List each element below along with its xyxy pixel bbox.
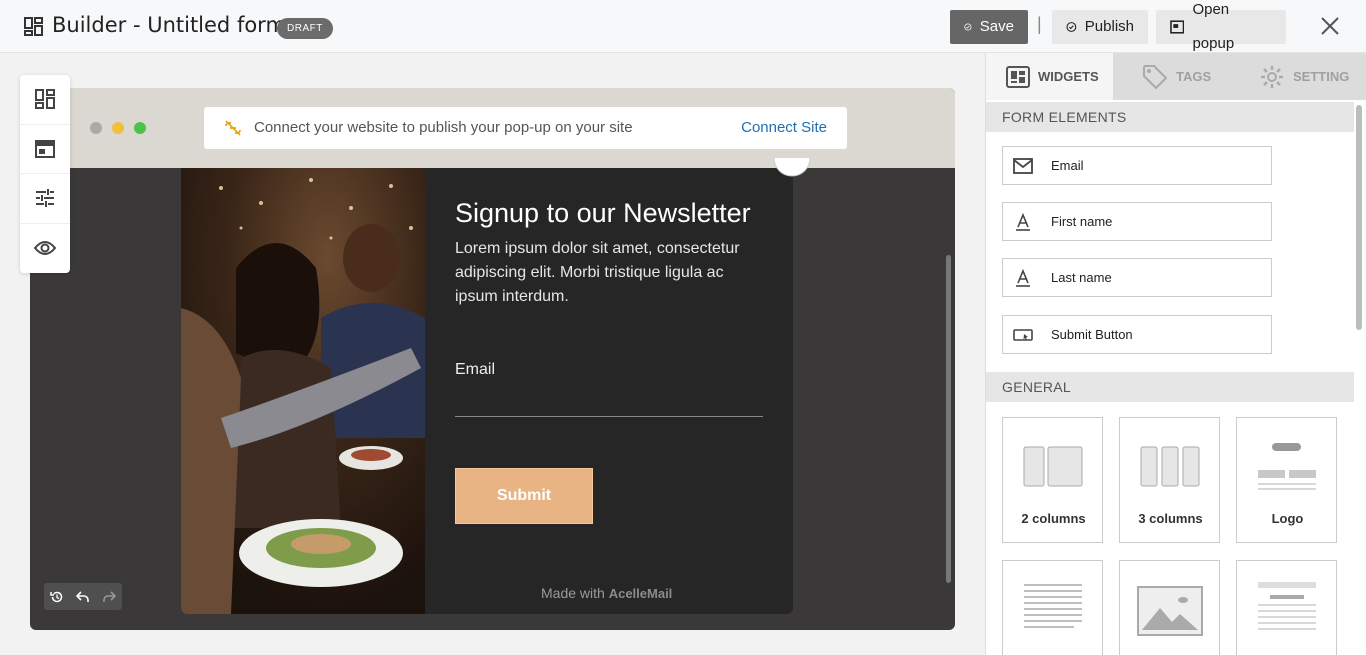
logo-label: Logo	[1271, 511, 1304, 526]
status-badge: DRAFT	[277, 18, 333, 39]
popup-content: Signup to our Newsletter Lorem ipsum dol…	[455, 168, 775, 614]
newsletter-popup[interactable]: Signup to our Newsletter Lorem ipsum dol…	[181, 168, 793, 614]
email-input[interactable]	[455, 416, 763, 417]
publish-label: Publish	[1084, 18, 1134, 35]
publish-button[interactable]: Publish	[1052, 10, 1148, 44]
button-icon	[1013, 329, 1033, 341]
logo-icon	[1258, 443, 1316, 490]
widget-email-label: Email	[1051, 158, 1084, 173]
canvas-scrollbar[interactable]	[946, 255, 951, 583]
check-circle-icon	[1066, 22, 1077, 32]
page-title: Builder - Untitled form	[52, 13, 286, 37]
tab-widgets[interactable]: WIDGETS	[986, 53, 1113, 100]
layout-tool[interactable]	[20, 125, 70, 174]
undo-button[interactable]	[70, 583, 96, 610]
widget-text-block[interactable]	[1002, 560, 1103, 655]
widget-first-name[interactable]: First name	[1002, 202, 1272, 241]
browser-preview: Connect your website to publish your pop…	[30, 88, 955, 630]
widget-first-name-label: First name	[1051, 214, 1113, 229]
preview-tool[interactable]	[20, 224, 70, 274]
panel-scrollbar[interactable]	[1356, 105, 1362, 330]
heading-text-icon	[1258, 582, 1316, 630]
dashboard-icon	[35, 89, 55, 110]
image-icon	[1137, 586, 1203, 636]
connect-site-bar: Connect your website to publish your pop…	[204, 107, 847, 149]
window-dot-gray	[90, 122, 102, 134]
gear-icon	[1261, 65, 1283, 88]
tag-icon	[1143, 64, 1168, 89]
popup-close-icon[interactable]	[772, 158, 812, 178]
unlink-icon	[225, 120, 241, 136]
two-columns-icon	[1023, 446, 1083, 487]
widget-submit-label: Submit Button	[1051, 327, 1133, 342]
widget-three-columns[interactable]: 3 columns	[1119, 417, 1220, 543]
three-columns-icon	[1140, 446, 1200, 487]
widget-submit-button[interactable]: Submit Button	[1002, 315, 1272, 354]
popup-title[interactable]: Signup to our Newsletter	[455, 198, 751, 229]
close-icon[interactable]	[1318, 14, 1342, 38]
text-block-icon	[1024, 584, 1082, 628]
connect-site-link[interactable]: Connect Site	[741, 107, 827, 149]
widgets-panel: WIDGETS TAGS SETTING FORM ELEMENTS Email…	[985, 53, 1366, 655]
widgets-tool[interactable]	[20, 75, 70, 125]
history-button[interactable]	[44, 583, 70, 610]
connect-message: Connect your website to publish your pop…	[254, 119, 633, 136]
eye-icon	[34, 241, 56, 256]
widget-two-columns[interactable]: 2 columns	[1002, 417, 1103, 543]
panel-tabs: WIDGETS TAGS SETTING	[986, 53, 1366, 100]
tab-widgets-label: WIDGETS	[1038, 69, 1099, 84]
tab-setting-label: SETTING	[1293, 69, 1350, 84]
widget-last-name-label: Last name	[1051, 270, 1112, 285]
made-with-credit: Made with AcelleMail	[541, 585, 672, 601]
sliders-icon	[36, 189, 54, 208]
check-circle-icon	[964, 23, 972, 31]
tab-tags[interactable]: TAGS	[1142, 53, 1211, 100]
redo-icon	[103, 590, 116, 602]
email-field-label: Email	[455, 361, 496, 378]
widget-heading-text[interactable]	[1236, 560, 1337, 655]
dinner-photo	[181, 168, 425, 614]
text-icon	[1016, 212, 1030, 231]
save-label: Save	[979, 18, 1014, 35]
tab-tags-label: TAGS	[1176, 69, 1212, 84]
popup-description[interactable]: Lorem ipsum dolor sit amet, consectetur …	[455, 237, 765, 309]
window-dot-green	[134, 122, 146, 134]
envelope-icon	[1013, 158, 1033, 174]
browser-header: Connect your website to publish your pop…	[30, 88, 955, 168]
open-popup-label: Open popup	[1192, 1, 1235, 52]
two-columns-label: 2 columns	[1021, 511, 1086, 526]
window-icon	[1170, 20, 1185, 34]
history-controls	[44, 583, 122, 610]
settings-tool[interactable]	[20, 174, 70, 224]
undo-icon	[76, 590, 89, 602]
text-icon	[1016, 268, 1030, 287]
top-bar: Builder - Untitled form DRAFT Save | Pub…	[0, 0, 1366, 53]
general-heading: GENERAL	[986, 372, 1354, 402]
toolbar-separator: |	[1037, 14, 1042, 34]
form-elements-heading: FORM ELEMENTS	[986, 102, 1354, 132]
made-with-text: Made with	[541, 585, 605, 601]
dashboard-icon	[24, 17, 43, 36]
left-toolbar	[20, 75, 70, 273]
web-layout-icon	[35, 139, 55, 158]
widget-image[interactable]	[1119, 560, 1220, 655]
tab-setting[interactable]: SETTING	[1259, 53, 1349, 100]
widget-logo[interactable]: Logo	[1236, 417, 1337, 543]
widget-email[interactable]: Email	[1002, 146, 1272, 185]
widget-last-name[interactable]: Last name	[1002, 258, 1272, 297]
redo-button[interactable]	[96, 583, 122, 610]
three-columns-label: 3 columns	[1138, 511, 1203, 526]
brand-name: AcelleMail	[608, 586, 673, 601]
save-button[interactable]: Save	[950, 10, 1028, 44]
widgets-icon	[1006, 65, 1030, 88]
open-popup-button[interactable]: Open popup	[1156, 1, 1286, 52]
history-icon	[50, 591, 63, 602]
window-dot-yellow	[112, 122, 124, 134]
submit-button[interactable]: Submit	[455, 468, 593, 524]
